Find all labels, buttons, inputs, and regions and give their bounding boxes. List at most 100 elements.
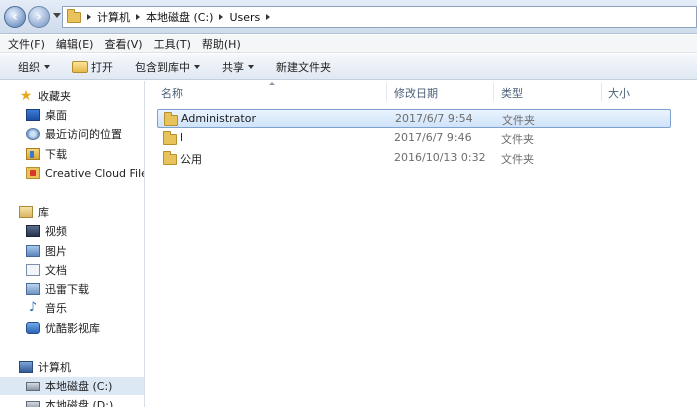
file-modified: 2017/6/7 9:54: [395, 112, 473, 125]
thunder-downloads-library-icon: [26, 283, 40, 295]
chevron-down-icon: [44, 64, 50, 69]
forward-button[interactable]: ›: [28, 6, 50, 28]
sidebar-group-label: 库: [38, 206, 49, 219]
organize-label: 组织: [18, 60, 40, 74]
column-divider[interactable]: [601, 83, 602, 101]
sidebar-item-local-disk-c[interactable]: 本地磁盘 (C:): [0, 377, 144, 395]
sidebar-item-label: 视频: [45, 225, 67, 238]
video-library-icon: [26, 225, 40, 237]
sidebar-item-downloads[interactable]: 下载: [0, 145, 67, 163]
open-button[interactable]: 打开: [72, 59, 113, 75]
address-field[interactable]: 计算机 本地磁盘 (C:) Users: [62, 6, 697, 28]
sidebar-item-local-disk-d[interactable]: 本地磁盘 (D:): [0, 396, 113, 407]
breadcrumb-local-disk-c[interactable]: 本地磁盘 (C:): [146, 9, 213, 25]
sidebar-item-creative-cloud-files[interactable]: Creative Cloud Files: [0, 164, 145, 182]
sidebar-item-label: 最近访问的位置: [45, 128, 122, 141]
sidebar-item-music[interactable]: ♪ 音乐: [0, 299, 67, 317]
sidebar-group-favorites[interactable]: ★ 收藏夹: [0, 87, 71, 105]
recent-pages-dropdown[interactable]: [53, 13, 61, 18]
sidebar-item-label: 迅雷下载: [45, 283, 89, 296]
menu-view[interactable]: 查看(V): [104, 36, 142, 52]
creative-cloud-folder-icon: [26, 167, 40, 179]
column-header-size[interactable]: 大小: [608, 85, 630, 101]
file-list: 名称 修改日期 类型 大小 Administrator 2017/6/7 9:5…: [146, 81, 697, 407]
sidebar-group-libraries[interactable]: 库: [0, 203, 49, 221]
sidebar-item-documents[interactable]: 文档: [0, 261, 67, 279]
column-header-name[interactable]: 名称: [161, 85, 183, 101]
chevron-right-icon[interactable]: [266, 14, 271, 20]
sidebar-item-label: Creative Cloud Files: [45, 166, 145, 180]
menu-tools[interactable]: 工具(T): [154, 36, 191, 52]
computer-icon: [19, 361, 33, 373]
sidebar-item-label: 桌面: [45, 109, 67, 122]
youku-library-icon: [26, 322, 40, 334]
downloads-folder-icon: [26, 148, 40, 160]
chevron-right-icon[interactable]: [87, 14, 91, 20]
column-divider[interactable]: [493, 83, 494, 101]
file-modified: 2017/6/7 9:46: [394, 131, 472, 144]
file-type: 文件夹: [501, 153, 534, 166]
sidebar-item-label: 优酷影视库: [45, 322, 100, 335]
menu-edit[interactable]: 编辑(E): [56, 36, 94, 52]
menu-bar: 文件(F) 编辑(E) 查看(V) 工具(T) 帮助(H): [0, 35, 697, 53]
breadcrumb-users[interactable]: Users: [229, 11, 260, 24]
recent-places-icon: [26, 128, 40, 140]
sidebar-item-label: 本地磁盘 (D:): [45, 399, 114, 407]
sidebar-item-recent-places[interactable]: 最近访问的位置: [0, 125, 122, 143]
sort-ascending-icon: [269, 82, 275, 85]
sidebar-item-thunder-downloads[interactable]: 迅雷下载: [0, 280, 89, 298]
star-icon: ★: [19, 88, 33, 104]
table-row[interactable]: 公用 2016/10/13 0:32 文件夹: [157, 149, 671, 168]
chevron-down-icon: [194, 64, 200, 69]
open-label: 打开: [91, 60, 113, 74]
sidebar-item-label: 音乐: [45, 302, 67, 315]
file-name: Administrator: [181, 112, 256, 125]
sidebar-item-label: 图片: [45, 245, 67, 258]
menu-help[interactable]: 帮助(H): [202, 36, 241, 52]
sidebar-group-computer[interactable]: 计算机: [0, 358, 71, 376]
chevron-down-icon: [248, 64, 254, 69]
new-folder-button[interactable]: 新建文件夹: [276, 59, 331, 75]
command-bar: 组织 打开 包含到库中 共享 新建文件夹: [0, 54, 697, 80]
file-type: 文件夹: [502, 114, 535, 127]
organize-button[interactable]: 组织: [18, 59, 50, 75]
back-button[interactable]: ‹: [4, 6, 26, 28]
sidebar-item-label: 本地磁盘 (C:): [45, 380, 113, 393]
sidebar-item-label: 文档: [45, 264, 67, 277]
file-name: 公用: [180, 153, 202, 166]
column-divider[interactable]: [386, 83, 387, 101]
chevron-right-icon[interactable]: [219, 14, 224, 20]
documents-library-icon: [26, 264, 40, 276]
table-row[interactable]: l 2017/6/7 9:46 文件夹: [157, 129, 671, 148]
column-header-type[interactable]: 类型: [501, 85, 523, 101]
address-bar: ‹ › 计算机 本地磁盘 (C:) Users: [0, 0, 697, 34]
desktop-icon: [26, 109, 40, 121]
hard-drive-icon: [26, 381, 40, 391]
navigation-pane: ★ 收藏夹 桌面 最近访问的位置 下载 Creative Cloud Files…: [0, 81, 145, 407]
column-header-row: 名称 修改日期 类型 大小: [146, 81, 697, 103]
include-in-library-button[interactable]: 包含到库中: [135, 59, 200, 75]
folder-icon: [163, 131, 177, 145]
folder-icon: [163, 151, 177, 165]
breadcrumb-computer[interactable]: 计算机: [97, 9, 130, 25]
sidebar-item-videos[interactable]: 视频: [0, 222, 67, 240]
music-note-icon: ♪: [28, 300, 38, 315]
chevron-right-icon[interactable]: [136, 14, 140, 20]
file-name: l: [180, 131, 184, 144]
share-button[interactable]: 共享: [222, 59, 254, 75]
table-row[interactable]: Administrator 2017/6/7 9:54 文件夹: [157, 109, 671, 128]
arrow-left-icon: ‹: [12, 9, 18, 25]
sidebar-group-label: 收藏夹: [38, 90, 71, 103]
library-icon: [19, 206, 33, 218]
share-label: 共享: [222, 60, 244, 74]
folder-icon: [164, 112, 178, 126]
menu-file[interactable]: 文件(F): [8, 36, 45, 52]
sidebar-group-label: 计算机: [38, 361, 71, 374]
folder-icon: [67, 8, 81, 23]
arrow-right-icon: ›: [36, 9, 42, 25]
column-header-modified[interactable]: 修改日期: [394, 85, 438, 101]
sidebar-item-youku-library[interactable]: 优酷影视库: [0, 319, 100, 337]
sidebar-item-pictures[interactable]: 图片: [0, 242, 67, 260]
new-folder-label: 新建文件夹: [276, 60, 331, 74]
sidebar-item-desktop[interactable]: 桌面: [0, 106, 67, 124]
